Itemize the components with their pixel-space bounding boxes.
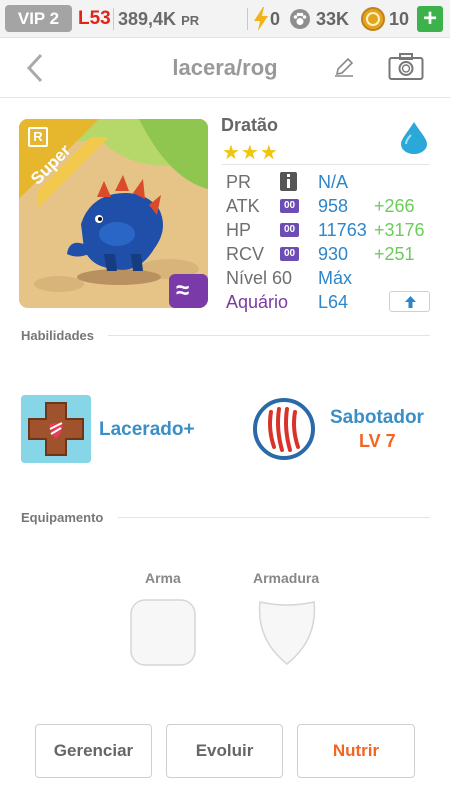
stat-bonus: +3176 [374,220,425,240]
equipment-heading: Equipamento [21,510,104,525]
header: lacera/rog [0,38,450,98]
stat-bonus: +266 [374,196,415,216]
claw-marks-icon[interactable] [252,397,316,461]
skill-name[interactable]: Sabotador [330,407,424,429]
feed-button[interactable]: Nutrir [297,724,415,778]
skill-name[interactable]: Lacerado+ [99,419,195,441]
armor-label: Armadura [253,570,320,586]
power-unit: PR [181,13,200,28]
stat-value: 958 [318,196,349,216]
rank-badge: R [28,127,48,147]
status-bar: VIP 2 L53 389,4K PR 0 33K 10 + [0,0,450,38]
habitat-label: Aquário [226,292,289,312]
abilities-heading: Habilidades [21,328,94,343]
vip-badge[interactable]: VIP 2 [5,5,72,32]
water-element-mark: ≈ [176,277,190,304]
stat-bonus: +251 [374,244,415,264]
up-arrow-icon [405,296,416,308]
energy-count: 0 [270,9,281,29]
page-title: lacera/rog [172,55,278,80]
move-habitat-button[interactable] [389,291,430,312]
food-count: 33K [316,9,350,29]
divider [108,335,430,336]
star-rating: ★★★ [222,142,279,164]
level-label: Nível 60 [226,268,293,288]
evolve-button[interactable]: Evoluir [166,724,283,778]
lightning-icon [254,7,268,31]
camera-icon[interactable] [388,53,424,81]
lacerado-skill-icon[interactable] [21,395,91,463]
power-rating: 389,4K PR [118,6,199,34]
player-level: L53 [78,8,111,29]
weapon-slot[interactable] [130,599,196,666]
water-drop-icon [401,122,427,154]
stat-label: RCV [226,244,265,264]
coin-count: 10 [389,9,410,29]
add-coins-button[interactable]: + [417,6,443,32]
stat-label: HP [226,220,252,240]
pencil-icon[interactable] [334,57,354,77]
gear-slot-badge: 00 [280,247,299,261]
divider [118,517,430,518]
monster-name: Dratão [221,115,279,135]
info-icon[interactable] [280,172,297,191]
skill-level: LV 7 [359,431,396,451]
level-value: Máx [318,268,353,288]
manage-button[interactable]: Gerenciar [35,724,152,778]
coin-icon [361,7,385,31]
stat-value: 11763 [318,220,367,240]
divider [247,8,248,30]
monster-portrait[interactable]: R Super ≈ [19,119,208,308]
divider [113,8,114,30]
power-value: 389,4K [118,9,177,29]
habitat-level: L64 [318,292,349,312]
gear-slot-badge: 00 [280,199,299,213]
gear-slot-badge: 00 [280,223,299,237]
stat-label: PR [226,172,252,192]
stat-value: 930 [318,244,349,264]
paw-icon [290,9,310,29]
stat-value: N/A [318,172,349,192]
weapon-label: Arma [145,570,181,586]
stat-label: ATK [226,196,260,216]
divider [222,164,430,165]
armor-slot[interactable] [254,599,320,666]
